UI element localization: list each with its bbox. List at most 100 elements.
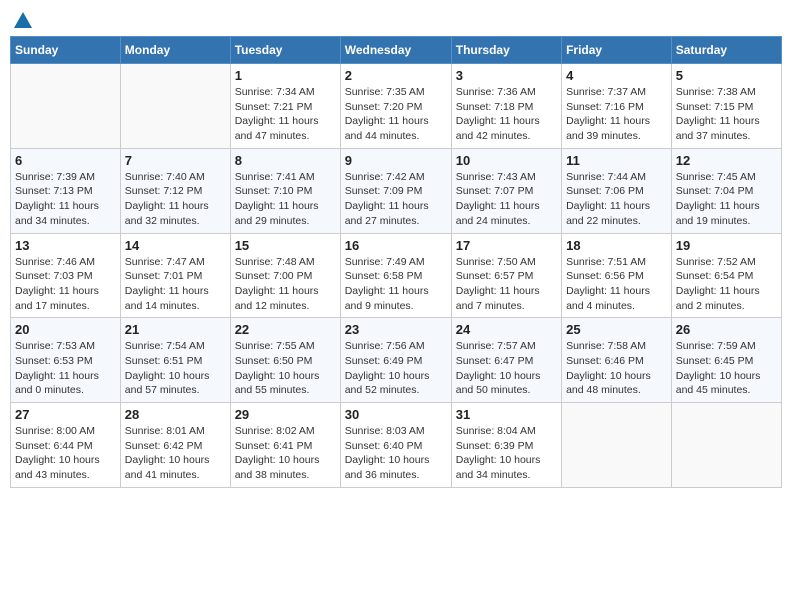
day-number: 23	[345, 322, 447, 337]
calendar-cell: 17Sunrise: 7:50 AMSunset: 6:57 PMDayligh…	[451, 233, 561, 318]
calendar-cell: 29Sunrise: 8:02 AMSunset: 6:41 PMDayligh…	[230, 403, 340, 488]
calendar-cell: 19 Sunrise: 7:52 AMSunset: 6:54 PMDayligh…	[671, 233, 781, 318]
calendar-cell: 31 Sunrise: 8:04 AMSunset: 6:39 PMDayligh…	[451, 403, 561, 488]
day-info: Sunrise: 8:02 AMSunset: 6:41 PMDaylight:…	[235, 424, 336, 483]
calendar-cell	[11, 64, 121, 149]
calendar-cell: 2 Sunrise: 7:35 AMSunset: 7:20 PMDaylight…	[340, 64, 451, 149]
calendar-cell: 11 Sunrise: 7:44 AMSunset: 7:06 PMDayligh…	[562, 148, 672, 233]
day-number: 10	[456, 153, 557, 168]
day-number: 28	[125, 407, 226, 422]
day-info: Sunrise: 7:40 AMSunset: 7:12 PMDaylight:…	[125, 170, 226, 229]
calendar-week-row: 20Sunrise: 7:53 AMSunset: 6:53 PMDayligh…	[11, 318, 782, 403]
day-info: Sunrise: 7:39 AMSunset: 7:13 PMDaylight:…	[15, 170, 116, 229]
day-number: 13	[15, 238, 116, 253]
page-header	[10, 10, 782, 28]
day-number: 25	[566, 322, 667, 337]
calendar-cell: 21 Sunrise: 7:54 AMSunset: 6:51 PMDayligh…	[120, 318, 230, 403]
calendar-cell: 16 Sunrise: 7:49 AMSunset: 6:58 PMDayligh…	[340, 233, 451, 318]
day-info: Sunrise: 7:43 AMSunset: 7:07 PMDaylight:…	[456, 170, 557, 229]
day-number: 22	[235, 322, 336, 337]
day-info: Sunrise: 7:37 AMSunset: 7:16 PMDaylight:…	[566, 85, 667, 144]
day-number: 8	[235, 153, 336, 168]
calendar-cell: 12 Sunrise: 7:45 AMSunset: 7:04 PMDayligh…	[671, 148, 781, 233]
day-number: 12	[676, 153, 777, 168]
day-number: 5	[676, 68, 777, 83]
calendar-cell: 20Sunrise: 7:53 AMSunset: 6:53 PMDayligh…	[11, 318, 121, 403]
day-of-week-header: Wednesday	[340, 37, 451, 64]
day-number: 31	[456, 407, 557, 422]
day-info: Sunrise: 7:46 AMSunset: 7:03 PMDaylight:…	[15, 255, 116, 314]
day-number: 2	[345, 68, 447, 83]
day-number: 3	[456, 68, 557, 83]
calendar-cell: 6 Sunrise: 7:39 AMSunset: 7:13 PMDaylight…	[11, 148, 121, 233]
day-number: 19	[676, 238, 777, 253]
day-info: Sunrise: 7:34 AMSunset: 7:21 PMDaylight:…	[235, 85, 336, 144]
calendar-cell: 1Sunrise: 7:34 AMSunset: 7:21 PMDaylight…	[230, 64, 340, 149]
calendar-cell: 23 Sunrise: 7:56 AMSunset: 6:49 PMDayligh…	[340, 318, 451, 403]
calendar-cell	[562, 403, 672, 488]
calendar-cell: 10 Sunrise: 7:43 AMSunset: 7:07 PMDayligh…	[451, 148, 561, 233]
day-number: 18	[566, 238, 667, 253]
calendar-cell: 14 Sunrise: 7:47 AMSunset: 7:01 PMDayligh…	[120, 233, 230, 318]
day-info: Sunrise: 8:04 AMSunset: 6:39 PMDaylight:…	[456, 424, 557, 483]
calendar-cell: 9 Sunrise: 7:42 AMSunset: 7:09 PMDaylight…	[340, 148, 451, 233]
day-of-week-header: Monday	[120, 37, 230, 64]
calendar-cell: 13 Sunrise: 7:46 AMSunset: 7:03 PMDayligh…	[11, 233, 121, 318]
calendar-week-row: 6 Sunrise: 7:39 AMSunset: 7:13 PMDaylight…	[11, 148, 782, 233]
logo-icon	[12, 10, 34, 32]
day-number: 21	[125, 322, 226, 337]
day-info: Sunrise: 7:52 AMSunset: 6:54 PMDaylight:…	[676, 255, 777, 314]
day-info: Sunrise: 7:59 AMSunset: 6:45 PMDaylight:…	[676, 339, 777, 398]
day-info: Sunrise: 7:41 AMSunset: 7:10 PMDaylight:…	[235, 170, 336, 229]
day-info: Sunrise: 7:38 AMSunset: 7:15 PMDaylight:…	[676, 85, 777, 144]
day-of-week-header: Thursday	[451, 37, 561, 64]
calendar-cell: 26 Sunrise: 7:59 AMSunset: 6:45 PMDayligh…	[671, 318, 781, 403]
calendar-cell: 3Sunrise: 7:36 AMSunset: 7:18 PMDaylight…	[451, 64, 561, 149]
day-number: 16	[345, 238, 447, 253]
calendar-cell: 27 Sunrise: 8:00 AMSunset: 6:44 PMDayligh…	[11, 403, 121, 488]
day-number: 11	[566, 153, 667, 168]
calendar-cell: 25Sunrise: 7:58 AMSunset: 6:46 PMDayligh…	[562, 318, 672, 403]
day-info: Sunrise: 7:35 AMSunset: 7:20 PMDaylight:…	[345, 85, 447, 144]
calendar-cell: 5 Sunrise: 7:38 AMSunset: 7:15 PMDaylight…	[671, 64, 781, 149]
day-number: 7	[125, 153, 226, 168]
day-of-week-header: Tuesday	[230, 37, 340, 64]
day-info: Sunrise: 7:53 AMSunset: 6:53 PMDaylight:…	[15, 339, 116, 398]
day-info: Sunrise: 7:57 AMSunset: 6:47 PMDaylight:…	[456, 339, 557, 398]
day-number: 26	[676, 322, 777, 337]
calendar-week-row: 13 Sunrise: 7:46 AMSunset: 7:03 PMDayligh…	[11, 233, 782, 318]
calendar-cell: 4Sunrise: 7:37 AMSunset: 7:16 PMDaylight…	[562, 64, 672, 149]
day-info: Sunrise: 7:54 AMSunset: 6:51 PMDaylight:…	[125, 339, 226, 398]
day-info: Sunrise: 8:03 AMSunset: 6:40 PMDaylight:…	[345, 424, 447, 483]
day-of-week-header: Friday	[562, 37, 672, 64]
calendar-header-row: SundayMondayTuesdayWednesdayThursdayFrid…	[11, 37, 782, 64]
day-info: Sunrise: 7:49 AMSunset: 6:58 PMDaylight:…	[345, 255, 447, 314]
day-number: 9	[345, 153, 447, 168]
calendar-table: SundayMondayTuesdayWednesdayThursdayFrid…	[10, 36, 782, 488]
calendar-cell: 24Sunrise: 7:57 AMSunset: 6:47 PMDayligh…	[451, 318, 561, 403]
day-info: Sunrise: 8:00 AMSunset: 6:44 PMDaylight:…	[15, 424, 116, 483]
day-number: 17	[456, 238, 557, 253]
day-number: 14	[125, 238, 226, 253]
calendar-week-row: 27 Sunrise: 8:00 AMSunset: 6:44 PMDayligh…	[11, 403, 782, 488]
day-number: 15	[235, 238, 336, 253]
logo	[10, 10, 34, 28]
calendar-cell: 8 Sunrise: 7:41 AMSunset: 7:10 PMDaylight…	[230, 148, 340, 233]
day-info: Sunrise: 7:47 AMSunset: 7:01 PMDaylight:…	[125, 255, 226, 314]
day-number: 30	[345, 407, 447, 422]
calendar-cell	[671, 403, 781, 488]
calendar-cell: 30 Sunrise: 8:03 AMSunset: 6:40 PMDayligh…	[340, 403, 451, 488]
day-info: Sunrise: 7:42 AMSunset: 7:09 PMDaylight:…	[345, 170, 447, 229]
day-info: Sunrise: 7:45 AMSunset: 7:04 PMDaylight:…	[676, 170, 777, 229]
day-of-week-header: Saturday	[671, 37, 781, 64]
calendar-week-row: 1Sunrise: 7:34 AMSunset: 7:21 PMDaylight…	[11, 64, 782, 149]
calendar-cell: 15Sunrise: 7:48 AMSunset: 7:00 PMDayligh…	[230, 233, 340, 318]
calendar-cell: 7 Sunrise: 7:40 AMSunset: 7:12 PMDaylight…	[120, 148, 230, 233]
day-number: 6	[15, 153, 116, 168]
calendar-cell: 22Sunrise: 7:55 AMSunset: 6:50 PMDayligh…	[230, 318, 340, 403]
day-info: Sunrise: 7:56 AMSunset: 6:49 PMDaylight:…	[345, 339, 447, 398]
day-number: 27	[15, 407, 116, 422]
day-info: Sunrise: 7:44 AMSunset: 7:06 PMDaylight:…	[566, 170, 667, 229]
day-info: Sunrise: 7:51 AMSunset: 6:56 PMDaylight:…	[566, 255, 667, 314]
day-info: Sunrise: 8:01 AMSunset: 6:42 PMDaylight:…	[125, 424, 226, 483]
